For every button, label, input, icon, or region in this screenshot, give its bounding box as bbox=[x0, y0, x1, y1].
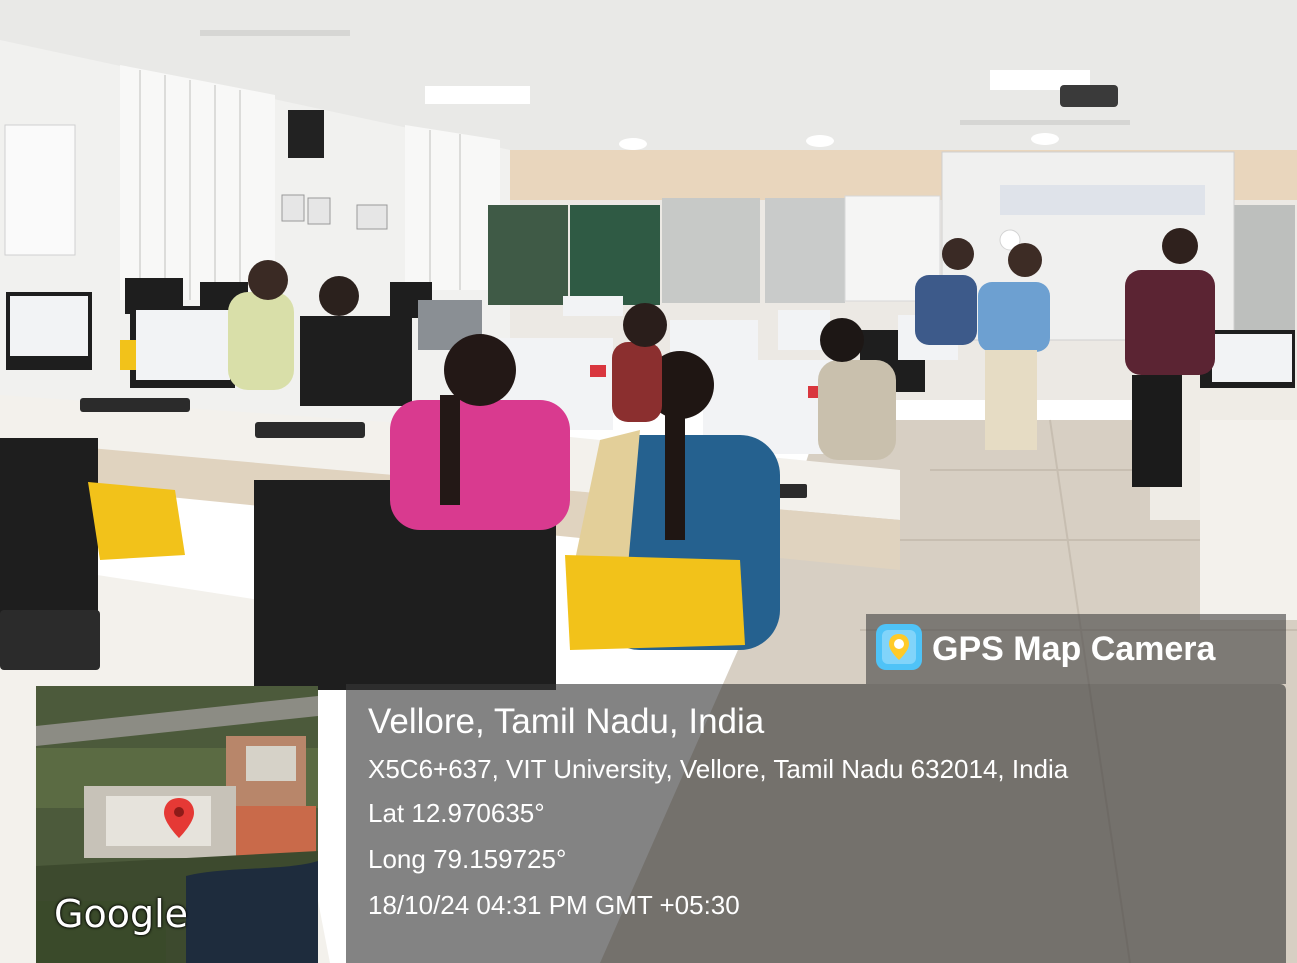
app-name: GPS Map Camera bbox=[932, 629, 1216, 668]
gps-map-camera-badge: GPS Map Camera bbox=[866, 614, 1286, 684]
google-logo: Google bbox=[54, 892, 189, 936]
satellite-map-thumbnail: Google bbox=[36, 686, 318, 963]
gps-map-camera-app-icon bbox=[874, 622, 924, 677]
location-address: X5C6+637, VIT University, Vellore, Tamil… bbox=[368, 754, 1069, 784]
classroom-photo: GPS Map Camera Vellore, Tamil Nadu, Indi… bbox=[0, 0, 1297, 963]
location-title: Vellore, Tamil Nadu, India bbox=[368, 702, 765, 741]
datetime: 18/10/24 04:31 PM GMT +05:30 bbox=[368, 890, 740, 920]
latitude: Lat 12.970635° bbox=[368, 798, 545, 828]
location-info-panel: Vellore, Tamil Nadu, India X5C6+637, VIT… bbox=[346, 684, 1286, 963]
longitude: Long 79.159725° bbox=[368, 844, 567, 874]
